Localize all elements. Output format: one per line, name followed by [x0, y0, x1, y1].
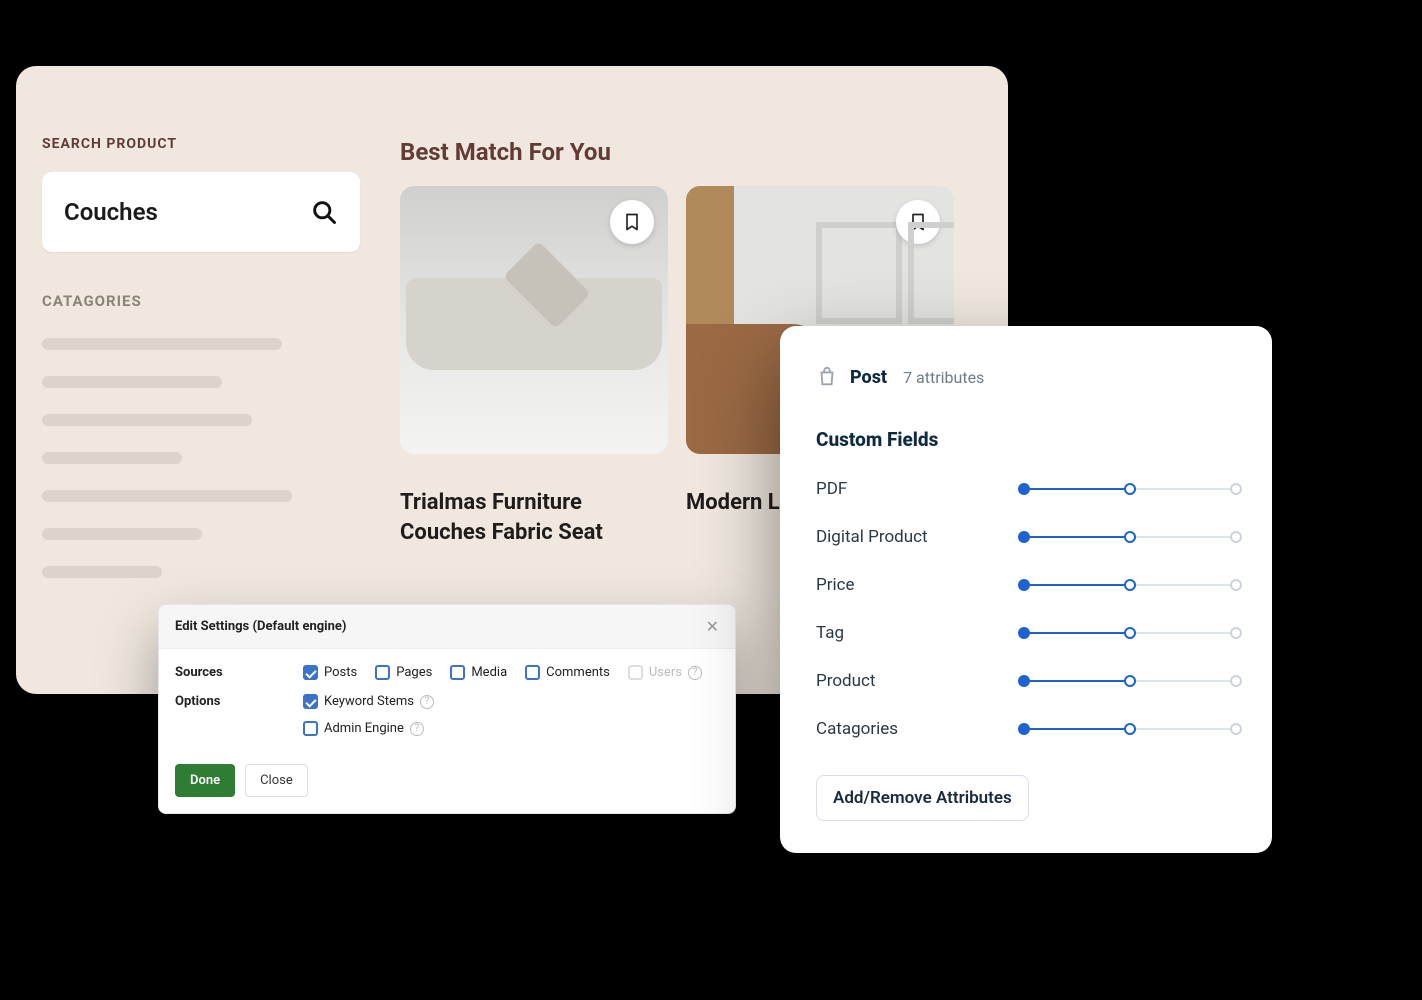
- attributes-panel: Post 7 attributes Custom Fields PDF Digit…: [780, 326, 1272, 853]
- slider-handle-start[interactable]: [1018, 723, 1030, 735]
- search-icon[interactable]: [310, 198, 338, 226]
- dialog-close-button[interactable]: ✕: [706, 617, 719, 636]
- done-button[interactable]: Done: [175, 764, 235, 797]
- source-label: Posts: [324, 665, 357, 680]
- close-icon: ✕: [706, 617, 719, 636]
- slider-handle[interactable]: [1124, 723, 1136, 735]
- slider-handle-start[interactable]: [1018, 579, 1030, 591]
- dialog-title: Edit Settings (Default engine): [175, 619, 347, 634]
- slider-handle[interactable]: [1124, 627, 1136, 639]
- source-checkbox[interactable]: [450, 665, 465, 680]
- attr-field-label: Tag: [816, 623, 844, 643]
- search-label: SEARCH PRODUCT: [42, 136, 372, 152]
- add-remove-attributes-button[interactable]: Add/Remove Attributes: [816, 775, 1029, 821]
- bookmark-icon: [908, 212, 928, 232]
- source-media[interactable]: Media: [450, 665, 507, 680]
- attr-field-row: Tag: [816, 623, 1236, 643]
- options-label: Options: [175, 694, 303, 709]
- product-thumbnail: [400, 186, 668, 454]
- attr-field-label: Digital Product: [816, 527, 928, 547]
- source-label: Pages: [396, 665, 432, 680]
- source-checkbox[interactable]: [525, 665, 540, 680]
- attr-slider[interactable]: [1024, 627, 1236, 639]
- shopping-bag-icon: [816, 366, 838, 388]
- attr-slider[interactable]: [1024, 531, 1236, 543]
- help-icon[interactable]: ?: [420, 695, 434, 709]
- slider-handle-end[interactable]: [1230, 483, 1242, 495]
- search-box[interactable]: [42, 172, 360, 252]
- source-users: Users?: [628, 665, 702, 680]
- bookmark-icon: [622, 212, 642, 232]
- slider-handle[interactable]: [1124, 579, 1136, 591]
- close-button[interactable]: Close: [245, 764, 308, 797]
- attr-slider[interactable]: [1024, 675, 1236, 687]
- slider-handle-start[interactable]: [1018, 675, 1030, 687]
- attr-field-label: Catagories: [816, 719, 898, 739]
- bookmark-button[interactable]: [610, 200, 654, 244]
- attr-slider[interactable]: [1024, 579, 1236, 591]
- attr-slider[interactable]: [1024, 723, 1236, 735]
- source-checkbox[interactable]: [303, 665, 318, 680]
- option-keyword-stems[interactable]: Keyword Stems?: [303, 694, 434, 709]
- source-pages[interactable]: Pages: [375, 665, 432, 680]
- slider-handle[interactable]: [1124, 675, 1136, 687]
- attr-slider[interactable]: [1024, 483, 1236, 495]
- attr-field-row: PDF: [816, 479, 1236, 499]
- help-icon[interactable]: ?: [688, 666, 702, 680]
- source-checkbox: [628, 665, 643, 680]
- categories-skeleton: [42, 338, 372, 578]
- slider-handle-end[interactable]: [1230, 627, 1242, 639]
- option-label: Admin Engine: [324, 721, 404, 736]
- source-label: Media: [471, 665, 507, 680]
- source-label: Comments: [546, 665, 610, 680]
- option-label: Keyword Stems: [324, 694, 414, 709]
- product-title: Trialmas Furniture Couches Fabric Seat: [400, 488, 668, 547]
- slider-handle-start[interactable]: [1018, 483, 1030, 495]
- slider-handle-start[interactable]: [1018, 627, 1030, 639]
- results-heading: Best Match For You: [400, 138, 611, 166]
- categories-label: CATAGORIES: [42, 292, 372, 310]
- entity-name: Post: [850, 367, 887, 388]
- slider-handle-end[interactable]: [1230, 675, 1242, 687]
- option-admin-engine[interactable]: Admin Engine?: [303, 721, 424, 736]
- source-comments[interactable]: Comments: [525, 665, 610, 680]
- attr-field-row: Catagories: [816, 719, 1236, 739]
- search-sidebar: SEARCH PRODUCT CATAGORIES: [42, 136, 372, 578]
- skeleton-line: [42, 566, 162, 578]
- slider-handle-end[interactable]: [1230, 579, 1242, 591]
- sources-label: Sources: [175, 665, 303, 680]
- attr-field-row: Digital Product: [816, 527, 1236, 547]
- help-icon[interactable]: ?: [410, 722, 424, 736]
- skeleton-line: [42, 376, 222, 388]
- search-input[interactable]: [64, 198, 284, 226]
- bookmark-button[interactable]: [896, 200, 940, 244]
- skeleton-line: [42, 528, 202, 540]
- product-card[interactable]: Trialmas Furniture Couches Fabric Seat: [400, 186, 668, 547]
- attr-field-label: Price: [816, 575, 855, 595]
- attr-section-title: Custom Fields: [816, 428, 1236, 451]
- source-checkbox[interactable]: [375, 665, 390, 680]
- slider-handle[interactable]: [1124, 483, 1136, 495]
- entity-count: 7 attributes: [903, 368, 984, 387]
- attr-field-row: Product: [816, 671, 1236, 691]
- slider-handle-end[interactable]: [1230, 531, 1242, 543]
- slider-handle-end[interactable]: [1230, 723, 1242, 735]
- attr-field-label: PDF: [816, 479, 847, 499]
- slider-handle-start[interactable]: [1018, 531, 1030, 543]
- skeleton-line: [42, 452, 182, 464]
- slider-handle[interactable]: [1124, 531, 1136, 543]
- attr-field-label: Product: [816, 671, 875, 691]
- option-checkbox[interactable]: [303, 721, 318, 736]
- source-posts[interactable]: Posts: [303, 665, 357, 680]
- skeleton-line: [42, 414, 252, 426]
- attr-field-row: Price: [816, 575, 1236, 595]
- skeleton-line: [42, 338, 282, 350]
- option-checkbox[interactable]: [303, 694, 318, 709]
- skeleton-line: [42, 490, 292, 502]
- source-label: Users: [649, 665, 682, 680]
- edit-settings-dialog: Edit Settings (Default engine) ✕ Sources…: [158, 604, 736, 814]
